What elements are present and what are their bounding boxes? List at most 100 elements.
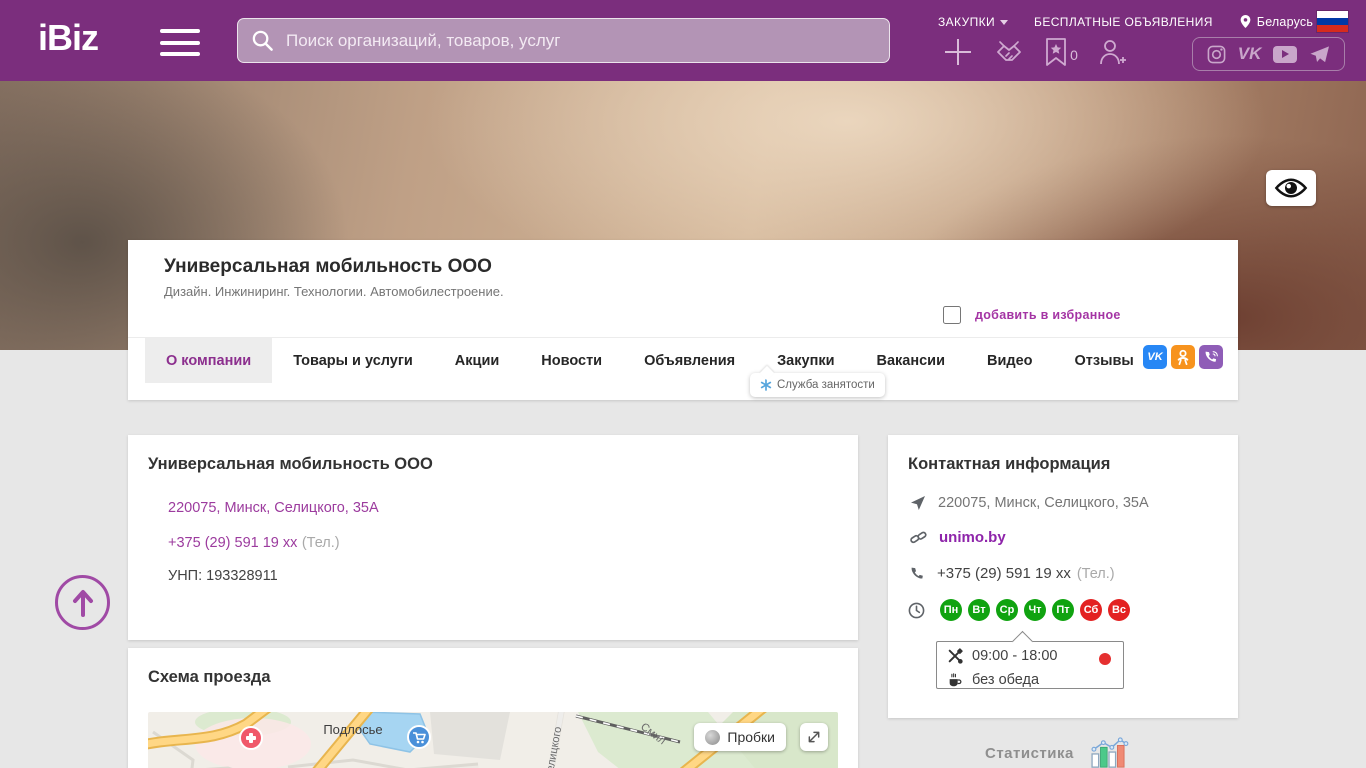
working-hours-popup: 09:00 - 18:00 без обеда: [936, 641, 1124, 689]
nav-procurement[interactable]: ЗАКУПКИ: [938, 15, 1008, 29]
hamburger-menu-icon[interactable]: [160, 29, 200, 56]
instagram-icon[interactable]: [1207, 45, 1226, 64]
map-expand-button[interactable]: [800, 723, 828, 751]
scroll-to-top-button[interactable]: [55, 575, 110, 630]
region-label: Беларусь: [1257, 15, 1313, 29]
search-bar: [237, 18, 890, 63]
search-icon: [251, 29, 274, 52]
navigation-arrow-icon: [910, 495, 926, 511]
contact-address-row: 220075, Минск, Селицкого, 35А: [910, 495, 1149, 511]
about-company-card: Универсальная мобильность ООО 220075, Ми…: [128, 435, 858, 640]
logo[interactable]: iBiz: [38, 17, 98, 59]
header-social-links: VK: [1192, 37, 1345, 71]
chevron-down-icon: [1000, 20, 1008, 25]
clock-icon: [908, 602, 925, 619]
favorite-checkbox[interactable]: [943, 306, 961, 324]
day-badge-sun[interactable]: Вс: [1108, 599, 1130, 621]
favorite-label: добавить в избранное: [975, 308, 1121, 322]
tab-products-services[interactable]: Товары и услуги: [272, 338, 434, 383]
contact-phone-note: (Тел.): [1077, 566, 1115, 582]
odnoklassniki-share-button[interactable]: [1171, 345, 1195, 369]
company-unp: УНП: 193328911: [168, 568, 278, 584]
traffic-button-label: Пробки: [727, 729, 775, 745]
working-hours-value: 09:00 - 18:00: [972, 648, 1057, 664]
handshake-icon[interactable]: [980, 38, 1038, 66]
tab-video[interactable]: Видео: [966, 338, 1054, 383]
favorites-count-badge: 0: [1070, 47, 1078, 67]
search-input[interactable]: [237, 18, 890, 63]
lunch-row: без обеда: [947, 670, 1113, 690]
coffee-cup-icon: [947, 672, 963, 688]
company-address-link[interactable]: 220075, Минск, Селицкого, 35А: [168, 499, 379, 517]
lunch-value: без обеда: [972, 672, 1039, 688]
tab-news[interactable]: Новости: [520, 338, 623, 383]
employment-service-tooltip[interactable]: Служба занятости: [750, 373, 885, 397]
contact-address: 220075, Минск, Селицкого, 35А: [938, 495, 1149, 511]
company-header-card: Универсальная мобильность ООО Дизайн. Ин…: [128, 240, 1238, 400]
phone-note: (Тел.): [302, 535, 340, 551]
company-tabs: О компании Товары и услуги Акции Новости…: [128, 337, 1238, 383]
traffic-light-icon: [705, 730, 720, 745]
viber-button[interactable]: [1199, 345, 1223, 369]
vk-icon[interactable]: VK: [1238, 44, 1262, 64]
day-badge-wed[interactable]: Ср: [996, 599, 1018, 621]
day-badge-thu[interactable]: Чт: [1024, 599, 1046, 621]
expand-icon: [806, 729, 822, 745]
youtube-icon[interactable]: [1273, 46, 1297, 63]
add-to-favorites[interactable]: добавить в избранное: [943, 306, 1121, 324]
link-icon: [910, 530, 927, 545]
day-badge-sat[interactable]: Сб: [1080, 599, 1102, 621]
plus-icon[interactable]: [936, 36, 980, 68]
accessibility-eye-button[interactable]: [1266, 170, 1316, 206]
statistics-label: Статистика: [985, 745, 1074, 762]
viber-phone-icon: [1204, 350, 1219, 365]
tab-about[interactable]: О компании: [145, 338, 272, 383]
tab-promotions[interactable]: Акции: [434, 338, 520, 383]
map-marker-medical[interactable]: [240, 727, 262, 749]
phone-link[interactable]: +375 (29) 591 19 xx: [168, 535, 297, 551]
day-badge-mon[interactable]: Пн: [940, 599, 962, 621]
map[interactable]: Подлосье Селицкого Смил Пробки: [148, 712, 838, 768]
nav-procurement-label: ЗАКУПКИ: [938, 15, 995, 29]
working-days-row: Пн Вт Ср Чт Пт Сб Вс: [908, 599, 1130, 621]
tab-announcements[interactable]: Объявления: [623, 338, 756, 383]
top-nav: ЗАКУПКИ БЕСПЛАТНЫЕ ОБЪЯВЛЕНИЯ Беларусь: [938, 13, 1313, 30]
tools-icon: [947, 648, 963, 664]
day-badges: Пн Вт Ср Чт Пт Сб Вс: [940, 599, 1130, 621]
map-label-settlement: Подлосье: [323, 722, 382, 737]
day-badge-tue[interactable]: Вт: [968, 599, 990, 621]
contact-phone: +375 (29) 591 19 xx: [937, 565, 1071, 582]
region-selector[interactable]: Беларусь: [1239, 13, 1313, 30]
tab-reviews[interactable]: Отзывы: [1054, 338, 1155, 383]
map-controls: Пробки: [694, 723, 828, 751]
company-social-buttons: VK: [1143, 345, 1223, 369]
add-user-icon[interactable]: [1084, 36, 1140, 68]
map-marker-shop[interactable]: [408, 726, 430, 748]
hours-row: 09:00 - 18:00: [947, 646, 1113, 666]
contact-website-row: unimo.by: [910, 529, 1006, 546]
about-card-title: Универсальная мобильность ООО: [148, 455, 433, 474]
eye-icon: [1273, 176, 1309, 200]
employment-service-label: Служба занятости: [777, 379, 875, 391]
contact-card-title: Контактная информация: [908, 455, 1110, 474]
bookmark-star-icon[interactable]: 0: [1038, 37, 1084, 67]
contact-info-card: Контактная информация 220075, Минск, Сел…: [888, 435, 1238, 718]
address-text[interactable]: 220075, Минск, Селицкого, 35А: [168, 500, 379, 516]
nav-free-ads-label: БЕСПЛАТНЫЕ ОБЪЯВЛЕНИЯ: [1034, 15, 1213, 29]
nav-free-ads[interactable]: БЕСПЛАТНЫЕ ОБЪЯВЛЕНИЯ: [1034, 15, 1213, 29]
closed-now-indicator: [1099, 653, 1111, 665]
telegram-icon[interactable]: [1309, 45, 1330, 64]
flag-russia-icon[interactable]: [1317, 11, 1348, 32]
day-badge-fri[interactable]: Пт: [1052, 599, 1074, 621]
statistics-section[interactable]: Статистика: [985, 737, 1130, 768]
contact-phone-row: +375 (29) 591 19 xx (Тел.): [910, 565, 1115, 582]
company-title: Универсальная мобильность ООО: [164, 256, 492, 278]
page: iBiz ЗАКУПКИ БЕСПЛАТНЫЕ ОБЪЯВЛЕНИЯ Белар…: [0, 0, 1366, 768]
odnoklassniki-icon: [1175, 348, 1191, 366]
map-card-title: Схема проезда: [148, 668, 271, 687]
website-link[interactable]: unimo.by: [939, 529, 1006, 546]
traffic-button[interactable]: Пробки: [694, 723, 786, 751]
company-subtitle: Дизайн. Инжиниринг. Технологии. Автомоби…: [164, 284, 504, 299]
vk-share-button[interactable]: VK: [1143, 345, 1167, 369]
arrow-up-icon: [71, 589, 95, 617]
